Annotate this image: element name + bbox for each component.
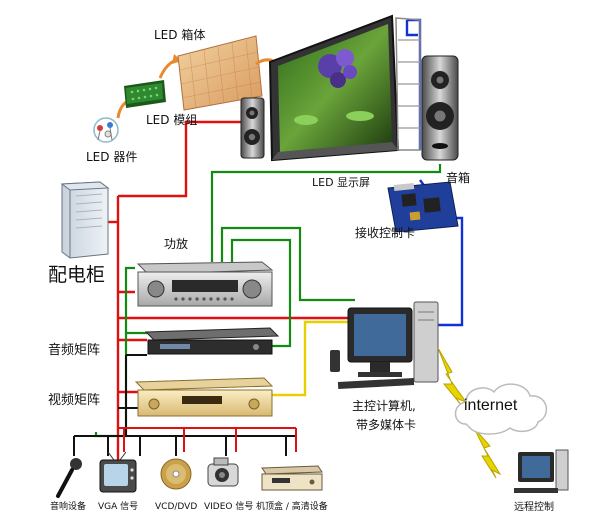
power-cabinet-label: 配电柜 (48, 264, 106, 286)
led-lamp-icon (93, 117, 119, 143)
source-stb-label: 机顶盒 / 高清设备 (256, 502, 328, 512)
speaker-label: 音箱 (446, 171, 471, 185)
led-display-label: LED 显示屏 (312, 176, 371, 189)
source-audio-label: 音响设备 (50, 502, 87, 512)
led-module-label: LED 模组 (146, 113, 198, 127)
remote-computer-icon (514, 449, 569, 493)
receiver-card-icon (387, 181, 459, 233)
video-matrix-icon (134, 377, 274, 417)
amplifier-label: 功放 (164, 237, 189, 251)
speaker-icon (240, 97, 265, 159)
source-video-label: VIDEO 信号 (204, 502, 254, 512)
remote-control-label: 远程控制 (514, 502, 554, 513)
led-module-icon (124, 80, 166, 108)
main-computer-label: 主控计算机, (352, 399, 416, 413)
led-cabinet-label: LED 箱体 (154, 28, 206, 42)
led-screen-icon (268, 14, 421, 162)
led-system-diagram: LED 箱体 LED 模组 LED 器件 LED 显示屏 音箱 接收控制卡 功放… (0, 0, 600, 532)
source-vcd-label: VCD/DVD (155, 502, 198, 512)
power-cabinet-icon (60, 181, 110, 259)
amplifier-icon (136, 261, 274, 307)
source-vga-label: VGA 信号 (98, 502, 139, 512)
speaker-icon (421, 55, 459, 161)
computer-icon (330, 301, 439, 389)
internet-label: internet (464, 397, 518, 414)
receiver-card-label: 接收控制卡 (355, 226, 416, 240)
led-device-label: LED 器件 (86, 150, 138, 164)
audio-matrix-label: 音频矩阵 (48, 343, 101, 358)
camera-icon (207, 457, 239, 487)
audio-matrix-icon (144, 327, 280, 355)
disc-icon (160, 458, 192, 490)
set-top-box-icon (261, 465, 323, 491)
video-matrix-label: 视频矩阵 (48, 393, 101, 408)
main-computer-sublabel: 带多媒体卡 (356, 418, 417, 432)
microphone-icon (56, 458, 82, 498)
